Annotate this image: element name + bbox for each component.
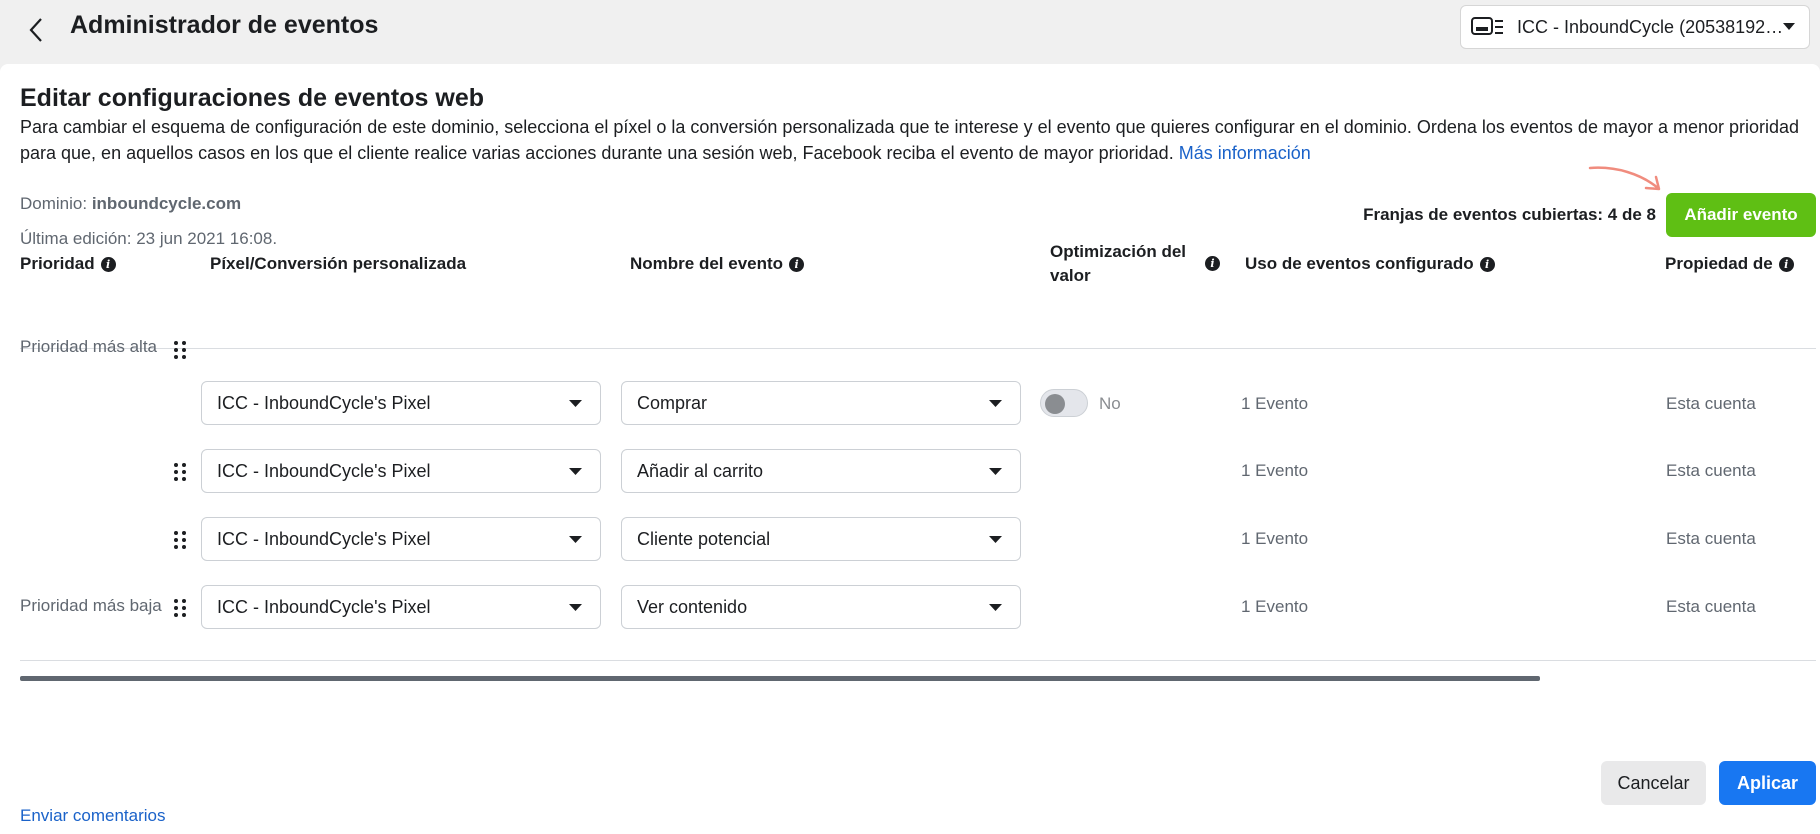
- annotation-arrow-icon: [1588, 166, 1661, 191]
- usage-value: 1 Evento: [1241, 394, 1309, 413]
- pixel-select-value: ICC - InboundCycle's Pixel: [217, 392, 431, 413]
- last-edit: Última edición: 23 jun 2021 16:08.: [20, 229, 278, 248]
- pixel-select[interactable]: ICC - InboundCycle's Pixel: [201, 517, 601, 561]
- drag-handle-icon[interactable]: [173, 462, 187, 482]
- event-select-value: Añadir al carrito: [637, 460, 764, 481]
- domain-value: inboundcycle.com: [91, 194, 242, 213]
- info-icon[interactable]: i: [1479, 256, 1495, 272]
- add-event-button[interactable]: Añadir evento: [1666, 193, 1816, 237]
- info-icon[interactable]: i: [789, 256, 805, 272]
- more-info-link[interactable]: Más información: [1179, 143, 1311, 163]
- domain-label: Dominio:: [20, 194, 88, 213]
- page-title: Editar configuraciones de eventos web: [20, 84, 485, 112]
- header-value-optimization: Optimización del valor: [1050, 240, 1186, 288]
- header-divider: [20, 348, 1816, 349]
- header-value-opt-line1: Optimización del: [1050, 242, 1187, 261]
- usage-value: 1 Evento: [1241, 461, 1309, 480]
- apply-button[interactable]: Aplicar: [1719, 761, 1816, 805]
- business-account-icon: [1471, 17, 1503, 35]
- header-event-name: Nombre del evento i: [630, 254, 805, 274]
- header-usage-label: Uso de eventos configurado: [1245, 254, 1474, 273]
- account-name: ICC - InboundCycle (2053819298...: [1517, 16, 1785, 37]
- pixel-select[interactable]: ICC - InboundCycle's Pixel: [201, 449, 601, 493]
- caret-down-icon: [569, 604, 582, 611]
- table-bottom-divider: [20, 660, 1816, 661]
- header-owner: Propiedad de i: [1665, 254, 1794, 274]
- header-pixel-label: Píxel/Conversión personalizada: [210, 254, 467, 273]
- toggle-knob: [1045, 394, 1065, 414]
- owner-value: Esta cuenta: [1666, 461, 1756, 480]
- drag-handle-icon[interactable]: [173, 598, 187, 618]
- event-select[interactable]: Cliente potencial: [621, 517, 1021, 561]
- usage-value: 1 Evento: [1241, 597, 1309, 616]
- pixel-select-value: ICC - InboundCycle's Pixel: [217, 596, 431, 617]
- chevron-left-icon: [29, 18, 42, 42]
- event-select[interactable]: Comprar: [621, 381, 1021, 425]
- caret-down-icon: [989, 536, 1002, 543]
- back-button[interactable]: [16, 10, 56, 50]
- header-event-name-label: Nombre del evento: [630, 254, 784, 273]
- top-bar: Administrador de eventos ICC - InboundCy…: [0, 0, 1820, 64]
- drag-handle-icon[interactable]: [173, 530, 187, 550]
- event-select-value: Ver contenido: [637, 596, 748, 617]
- event-slots-count: Franjas de eventos cubiertas: 4 de 8: [1363, 205, 1656, 224]
- priority-label: Prioridad más alta: [20, 337, 158, 356]
- event-select-value: Cliente potencial: [637, 528, 771, 549]
- caret-down-icon: [569, 400, 582, 407]
- event-select-value: Comprar: [637, 392, 708, 413]
- page-description: Para cambiar el esquema de configuración…: [20, 114, 1820, 166]
- toggle-label: No: [1099, 394, 1121, 413]
- app-title: Administrador de eventos: [70, 11, 379, 39]
- header-priority: Prioridad i: [20, 254, 116, 274]
- owner-value: Esta cuenta: [1666, 394, 1756, 413]
- pixel-select-value: ICC - InboundCycle's Pixel: [217, 528, 431, 549]
- pixel-select-value: ICC - InboundCycle's Pixel: [217, 460, 431, 481]
- pixel-select[interactable]: ICC - InboundCycle's Pixel: [201, 585, 601, 629]
- caret-down-icon: [569, 468, 582, 475]
- send-feedback-link[interactable]: Enviar comentarios: [20, 806, 166, 826]
- event-select[interactable]: Añadir al carrito: [621, 449, 1021, 493]
- domain-info: Dominio: inboundcycle.com: [20, 194, 241, 214]
- caret-down-icon: [989, 400, 1002, 407]
- caret-down-icon: [989, 604, 1002, 611]
- main-card: Editar configuraciones de eventos web Pa…: [0, 64, 1820, 834]
- pixel-select[interactable]: ICC - InboundCycle's Pixel: [201, 381, 601, 425]
- owner-value: Esta cuenta: [1666, 529, 1756, 548]
- header-priority-label: Prioridad: [20, 254, 95, 273]
- usage-value: 1 Evento: [1241, 529, 1309, 548]
- description-text: Para cambiar el esquema de configuración…: [20, 117, 1800, 163]
- caret-down-icon: [1783, 23, 1795, 30]
- horizontal-scrollbar[interactable]: [20, 676, 1540, 681]
- caret-down-icon: [989, 468, 1002, 475]
- info-icon[interactable]: i: [100, 256, 116, 272]
- event-select[interactable]: Ver contenido: [621, 585, 1021, 629]
- header-pixel: Píxel/Conversión personalizada: [210, 254, 466, 274]
- drag-handle-icon[interactable]: [173, 340, 187, 360]
- cancel-button[interactable]: Cancelar: [1601, 761, 1706, 805]
- header-value-opt-line2: valor: [1050, 266, 1091, 285]
- caret-down-icon: [569, 536, 582, 543]
- account-selector[interactable]: ICC - InboundCycle (2053819298...: [1460, 5, 1810, 49]
- header-usage: Uso de eventos configurado i: [1245, 254, 1495, 274]
- info-icon[interactable]: i: [1778, 256, 1794, 272]
- owner-value: Esta cuenta: [1666, 597, 1756, 616]
- value-optimization-toggle[interactable]: [1040, 389, 1088, 417]
- priority-label: Prioridad más baja: [20, 596, 162, 615]
- header-owner-label: Propiedad de: [1665, 254, 1773, 273]
- info-icon[interactable]: i: [1205, 256, 1220, 271]
